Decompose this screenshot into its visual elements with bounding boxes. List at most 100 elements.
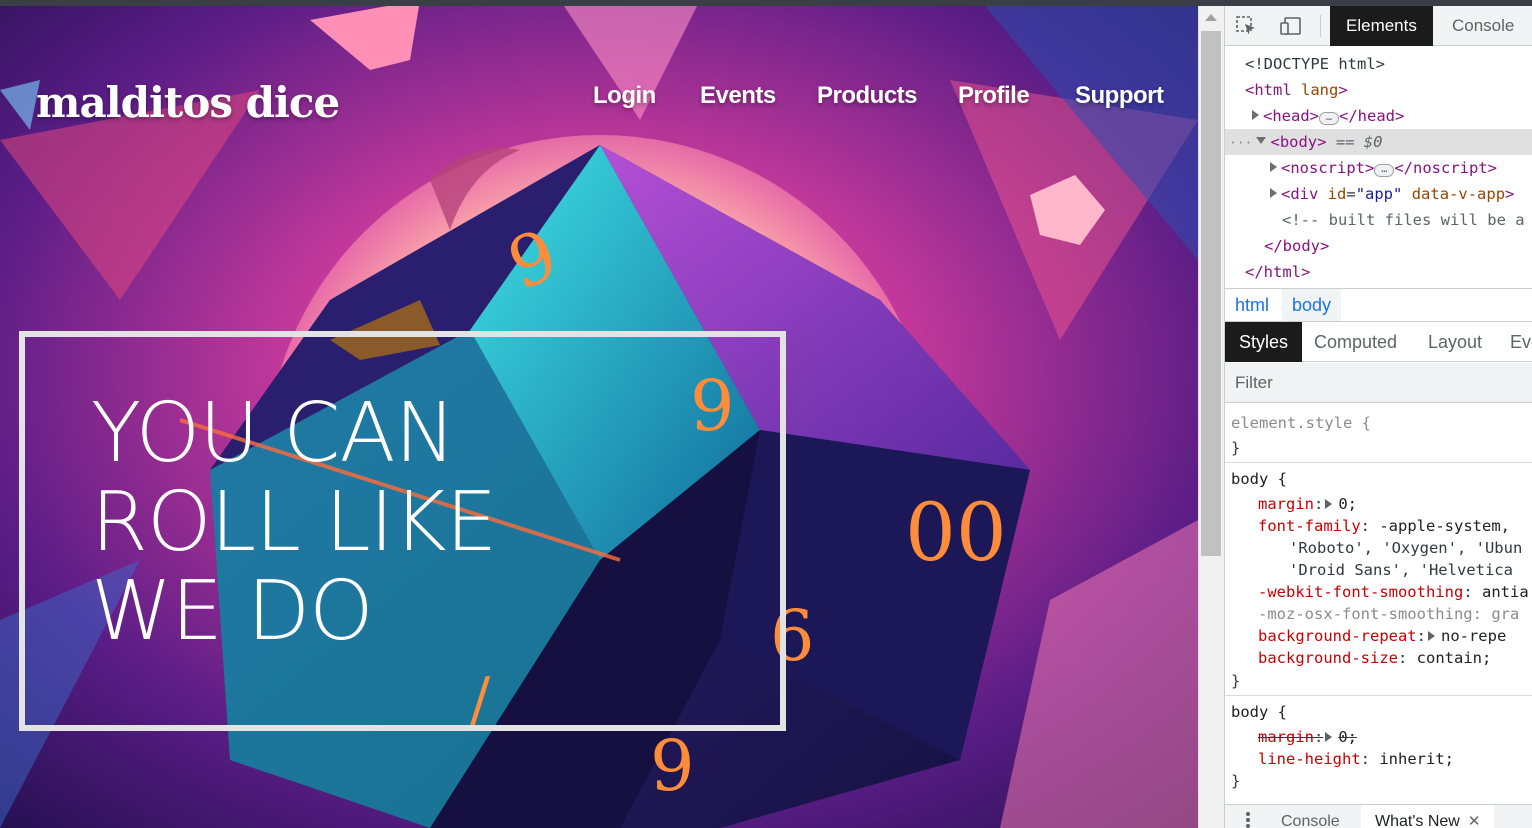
- div-id-attr-name: id: [1327, 185, 1347, 203]
- hero-headline: YOU CAN ROLL LIKE WE DO: [91, 386, 497, 659]
- tab-console[interactable]: Console: [1436, 6, 1530, 46]
- rule-close: }: [1231, 672, 1241, 690]
- nav-link-profile[interactable]: Profile: [958, 82, 1030, 110]
- dom-node-doctype[interactable]: <!DOCTYPE html>: [1225, 51, 1532, 77]
- drawer-menu-icon[interactable]: [1245, 810, 1251, 828]
- hero-line: ROLL LIKE: [91, 475, 497, 570]
- css-declaration[interactable]: font-family: -apple-system,: [1258, 515, 1510, 537]
- dom-node-body-selected[interactable]: ··· <body> == $0: [1225, 129, 1532, 155]
- css-property-name: -webkit-font-smoothing: [1258, 583, 1464, 601]
- dom-node-html[interactable]: <html lang>: [1225, 77, 1532, 103]
- scroll-up-arrow-icon[interactable]: [1205, 14, 1217, 21]
- head-close-tag: </head>: [1339, 107, 1405, 125]
- element-style-selector: element.style {: [1231, 414, 1371, 432]
- css-rule-selector[interactable]: body {: [1231, 468, 1287, 490]
- css-declaration[interactable]: background-repeat: no-repe: [1258, 625, 1506, 647]
- css-property-value: -apple-system,: [1379, 517, 1510, 535]
- page-viewport: 9 9 00 6 9 / malditos dice Login Events …: [0, 0, 1198, 828]
- styles-filter-bar: [1225, 363, 1532, 403]
- dom-node-body-close[interactable]: </body>: [1225, 233, 1532, 259]
- hero-line: YOU CAN: [91, 386, 456, 481]
- tab-layout[interactable]: Layout: [1414, 322, 1496, 362]
- expand-arrow-icon[interactable]: [1270, 162, 1277, 172]
- selected-node-marker: == $0: [1326, 133, 1383, 151]
- main-nav: Login Events Products Profile Support: [0, 82, 1198, 116]
- breadcrumb-body[interactable]: body: [1282, 289, 1342, 321]
- collapsed-ellipsis[interactable]: …: [1374, 164, 1395, 177]
- html-lang-attr: lang: [1301, 81, 1339, 99]
- css-property-value: contain;: [1416, 649, 1492, 667]
- toolbar-divider: [1320, 15, 1321, 37]
- filter-input[interactable]: [1231, 369, 1527, 397]
- nav-link-login[interactable]: Login: [593, 82, 656, 110]
- dom-node-html-close[interactable]: </html>: [1225, 259, 1532, 285]
- element-style-rule[interactable]: element.style {: [1231, 412, 1371, 434]
- css-property-value: 0;: [1338, 495, 1358, 513]
- expand-shorthand-icon[interactable]: [1427, 631, 1435, 641]
- css-property-name: background-size: [1258, 649, 1398, 667]
- collapse-arrow-icon[interactable]: [1256, 137, 1267, 144]
- drawer-tab-label: What's New: [1375, 813, 1460, 828]
- tab-styles[interactable]: Styles: [1225, 322, 1303, 362]
- nav-link-support[interactable]: Support: [1075, 82, 1164, 110]
- html-close-tag: </html>: [1245, 263, 1311, 281]
- expand-arrow-icon[interactable]: [1270, 188, 1277, 198]
- nav-link-events[interactable]: Events: [700, 82, 776, 110]
- inspect-element-icon[interactable]: [1235, 15, 1259, 37]
- css-declaration-inactive[interactable]: -moz-osx-font-smoothing: gra: [1258, 603, 1519, 625]
- css-declaration[interactable]: background-size: contain;: [1258, 647, 1491, 669]
- css-value-continuation: 'Roboto', 'Oxygen', 'Ubun: [1289, 539, 1523, 557]
- html-open-bracket: >: [1338, 81, 1348, 99]
- body-close-tag: </body>: [1264, 237, 1330, 255]
- dom-node-comment[interactable]: <!-- built files will be a: [1225, 207, 1532, 233]
- device-toolbar-icon[interactable]: [1279, 15, 1303, 37]
- expand-shorthand-icon[interactable]: [1325, 499, 1333, 509]
- css-declaration[interactable]: -webkit-font-smoothing: antia: [1258, 581, 1529, 603]
- hero-frame: YOU CAN ROLL LIKE WE DO: [19, 331, 786, 731]
- hero-line: WE DO: [91, 564, 374, 659]
- css-property-value: 0;: [1338, 728, 1358, 746]
- tab-computed[interactable]: Computed: [1300, 322, 1411, 362]
- devtools-toolbar: Elements Console: [1225, 6, 1532, 46]
- tab-elements[interactable]: Elements: [1330, 6, 1433, 46]
- expand-arrow-icon[interactable]: [1252, 110, 1259, 120]
- rule-divider: [1225, 695, 1532, 696]
- css-property-name: margin: [1258, 728, 1314, 746]
- css-property-name: margin: [1258, 495, 1314, 513]
- close-icon[interactable]: ✕: [1468, 805, 1481, 828]
- scrollbar-thumb[interactable]: [1201, 31, 1221, 556]
- drawer-tab-whats-new[interactable]: What's New ✕: [1361, 805, 1495, 828]
- expand-shorthand-icon[interactable]: [1325, 732, 1333, 742]
- tab-event-listeners[interactable]: Eve: [1496, 322, 1532, 362]
- dom-node-noscript[interactable]: <noscript>… </noscript>: [1225, 155, 1532, 181]
- noscript-close-tag: </noscript>: [1394, 159, 1497, 177]
- drawer-tab-console[interactable]: Console: [1267, 805, 1354, 828]
- css-declaration[interactable]: margin: 0;: [1258, 493, 1357, 515]
- dom-node-head[interactable]: <head>… </head>: [1225, 103, 1532, 129]
- css-property-name: -moz-osx-font-smoothing: [1258, 605, 1473, 623]
- html-comment: <!-- built files will be a: [1282, 211, 1525, 229]
- css-rule-selector[interactable]: body {: [1231, 701, 1287, 723]
- css-declaration-overridden[interactable]: margin: 0;: [1258, 726, 1357, 748]
- svg-text:9: 9: [650, 725, 695, 807]
- breadcrumb-html[interactable]: html: [1225, 289, 1279, 321]
- nav-link-products[interactable]: Products: [817, 82, 918, 110]
- styles-pane: element.style { } body { margin: 0; font-…: [1225, 404, 1532, 804]
- devtools-drawer-tabs: Console What's New ✕: [1225, 804, 1532, 828]
- dom-node-app-div[interactable]: <div id="app" data-v-app>: [1225, 181, 1532, 207]
- rule-close: }: [1231, 439, 1241, 457]
- rule-close: }: [1231, 772, 1241, 790]
- css-property-value: antia: [1482, 583, 1529, 601]
- css-property-name: font-family: [1258, 517, 1361, 535]
- collapsed-ellipsis[interactable]: …: [1319, 112, 1339, 125]
- dom-tree: <!DOCTYPE html> <html lang> <head>… </hea…: [1225, 46, 1532, 288]
- styles-subtabs: Styles Computed Layout Eve: [1225, 322, 1532, 362]
- css-property-value: no-repe: [1440, 627, 1507, 645]
- div-data-v-app-attr: data-v-app: [1411, 185, 1506, 203]
- rule-divider: [1225, 462, 1532, 463]
- page-scrollbar[interactable]: [1198, 6, 1224, 828]
- head-open-tag: <head>: [1263, 107, 1319, 125]
- svg-text:00: 00: [905, 486, 1007, 579]
- css-declaration[interactable]: line-height: inherit;: [1258, 748, 1454, 770]
- more-actions-icon[interactable]: ···: [1229, 136, 1252, 151]
